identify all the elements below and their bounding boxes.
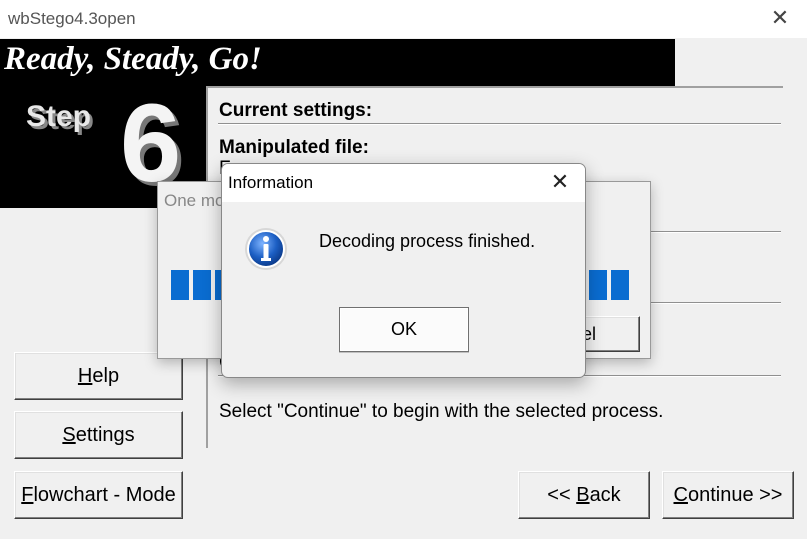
dialog-title-bar: Information ✕ — [222, 164, 585, 202]
dialog-close-button[interactable]: ✕ — [548, 170, 572, 194]
help-label-mnemonic: H — [77, 365, 93, 387]
window-close-button[interactable]: ✕ — [768, 6, 792, 30]
back-button[interactable]: << Back — [518, 471, 650, 519]
ok-label: OK — [390, 319, 417, 339]
divider — [218, 123, 781, 125]
back-label-mnemonic: B — [576, 484, 590, 506]
banner-text: Ready, Steady, Go! — [4, 41, 262, 77]
progress-segment — [611, 270, 629, 300]
continue-button[interactable]: Continue >> — [662, 471, 794, 519]
progress-segment — [171, 270, 189, 300]
banner: Ready, Steady, Go! — [0, 39, 675, 86]
instruction-text: Select "Continue" to begin with the sele… — [219, 401, 664, 422]
settings-label-mnemonic: S — [62, 424, 76, 446]
divider — [650, 231, 781, 233]
step-label: Step — [26, 100, 92, 133]
manipulated-file-label: Manipulated file: — [219, 137, 369, 158]
information-dialog: Information ✕ Decoding process finished.… — [221, 163, 586, 378]
settings-button[interactable]: Settings — [14, 411, 183, 459]
ok-button[interactable]: OK — [339, 307, 469, 352]
dialog-title: Information — [228, 173, 314, 192]
flowchart-label-rest: lowchart - Mode — [33, 484, 176, 506]
help-label-rest: elp — [92, 365, 120, 387]
dialog-message: Decoding process finished. — [319, 231, 536, 251]
flowchart-label-mnemonic: F — [21, 484, 34, 506]
info-icon — [245, 228, 287, 270]
settings-label-rest: ettings — [75, 424, 135, 446]
divider — [650, 302, 781, 304]
current-settings-label: Current settings: — [219, 100, 373, 121]
title-bar: wbStego4.3open ✕ — [0, 0, 807, 38]
back-label-rest: ack — [589, 484, 621, 506]
help-button[interactable]: Help — [14, 352, 183, 400]
continue-label-mnemonic: C — [673, 484, 688, 506]
progress-segment — [589, 270, 607, 300]
flowchart-mode-button[interactable]: Flowchart - Mode — [14, 471, 183, 519]
continue-label-rest: ontinue >> — [687, 484, 783, 506]
back-label-prefix: << — [547, 484, 577, 506]
progress-dialog-title: One mo — [164, 191, 225, 210]
window-title: wbStego4.3open — [8, 9, 136, 28]
progress-segment — [193, 270, 211, 300]
